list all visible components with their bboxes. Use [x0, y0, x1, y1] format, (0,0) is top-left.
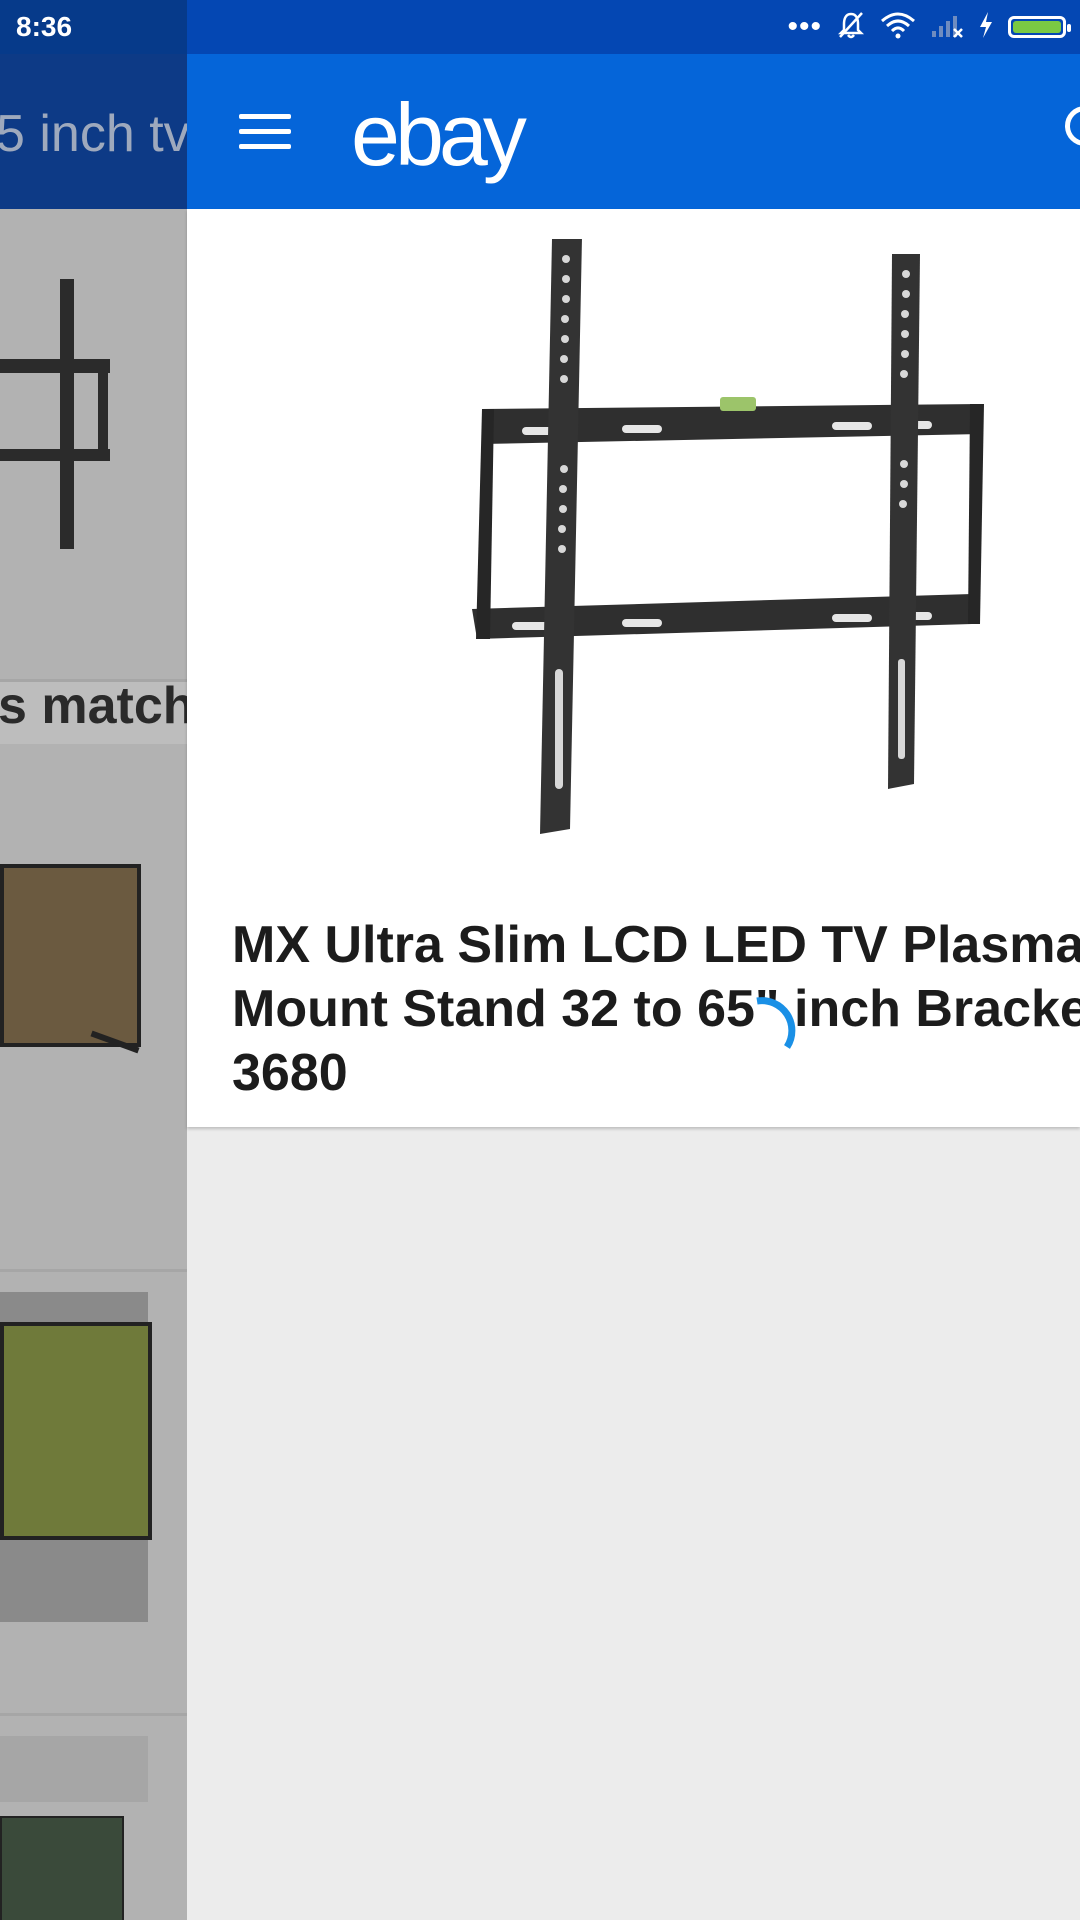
- more-dots-icon: •••: [787, 10, 822, 43]
- product-card[interactable]: MX Ultra Slim LCD LED TV Plasma Mount St…: [187, 209, 1080, 1127]
- product-title[interactable]: MX Ultra Slim LCD LED TV Plasma Mount St…: [232, 913, 1080, 1105]
- tv-mount-thumbnail: [0, 279, 110, 549]
- tv-thumbnail: [0, 1292, 152, 1622]
- background-header: 5 inch tv: [0, 54, 187, 209]
- background-result-card[interactable]: [0, 209, 187, 682]
- product-drawer: ebay MX Ultra Slim LCD LED TV Plasma Mou…: [187, 54, 1080, 1920]
- background-heading: s match: [0, 677, 187, 735]
- loading-spinner: [756, 997, 796, 1049]
- menu-icon[interactable]: [239, 114, 291, 150]
- wifi-icon: [880, 11, 916, 44]
- app-header: ebay: [187, 54, 1080, 209]
- status-icons: •••: [787, 10, 1071, 45]
- search-icon[interactable]: [1065, 106, 1080, 146]
- background-search-results[interactable]: 5 inch tv s match: [0, 54, 187, 1920]
- signal-off-icon: [930, 11, 964, 44]
- status-time: 8:36: [16, 11, 73, 42]
- background-result-card[interactable]: [0, 744, 187, 1272]
- tv-thumbnail: [0, 864, 141, 1047]
- charging-icon: [978, 11, 994, 44]
- tv-thumbnail-screen: [0, 1816, 124, 1920]
- background-search-query: 5 inch tv: [0, 105, 187, 163]
- tv-thumbnail: [0, 1736, 148, 1802]
- product-image[interactable]: [452, 239, 992, 839]
- background-result-card[interactable]: [0, 1716, 187, 1920]
- background-result-card[interactable]: [0, 1272, 187, 1716]
- ebay-logo[interactable]: ebay: [351, 84, 527, 186]
- bell-off-icon: [836, 10, 866, 45]
- battery-icon: [1008, 16, 1071, 38]
- status-bar: 8:36 •••: [0, 0, 1080, 54]
